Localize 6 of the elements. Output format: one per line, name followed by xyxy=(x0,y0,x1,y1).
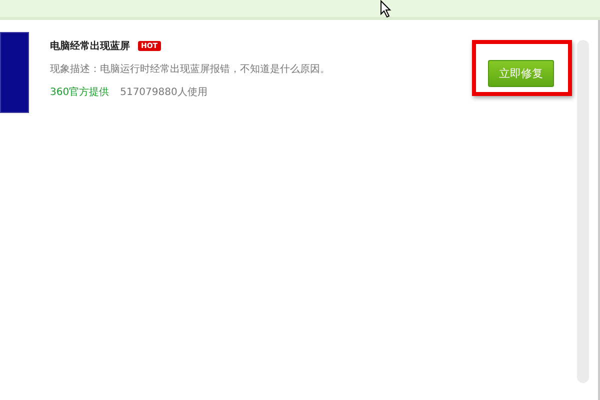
fix-now-button[interactable]: 立即修复 xyxy=(488,60,554,87)
mouse-cursor-icon xyxy=(380,0,392,18)
provider-text: 360官方提供 xyxy=(50,86,110,99)
item-description: 现象描述：电脑运行时经常出现蓝屏报错，不知道是什么原因。 xyxy=(50,62,331,76)
usage-count: 517079880人使用 xyxy=(120,86,208,99)
item-title: 电脑经常出现蓝屏 xyxy=(50,39,130,53)
